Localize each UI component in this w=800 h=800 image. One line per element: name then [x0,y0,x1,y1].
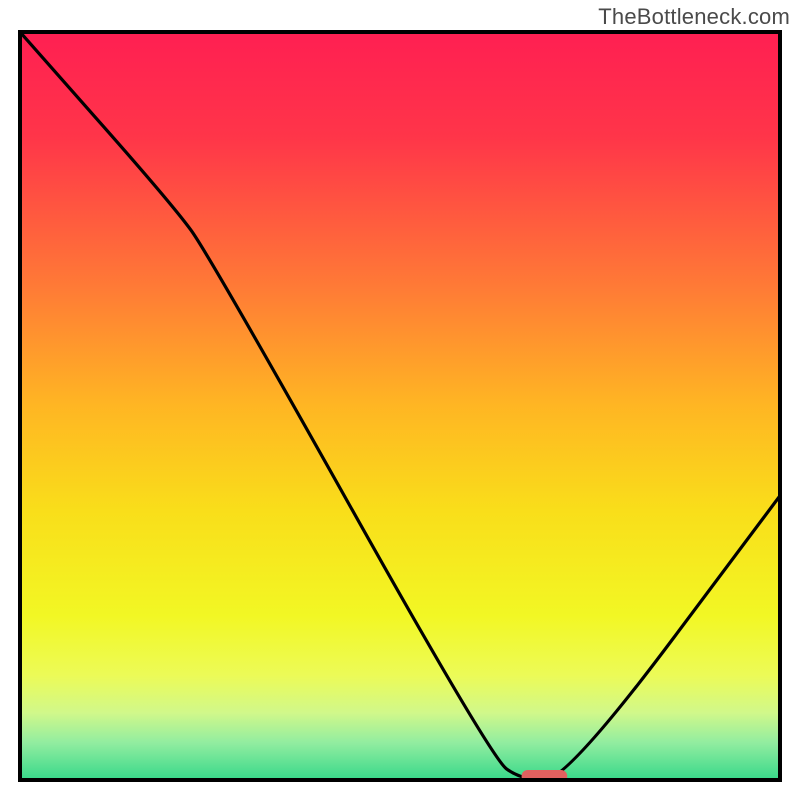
chart-container: TheBottleneck.com [0,0,800,800]
watermark-text: TheBottleneck.com [598,4,790,30]
plot-area [18,30,782,782]
chart-svg [18,30,782,782]
gradient-background [20,32,780,780]
